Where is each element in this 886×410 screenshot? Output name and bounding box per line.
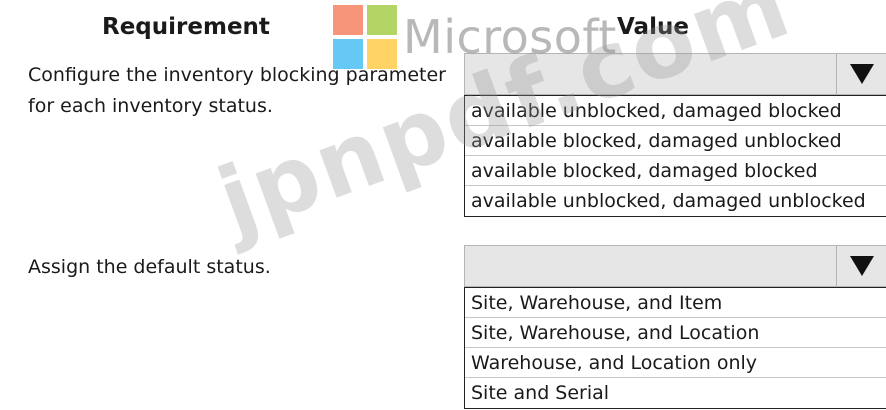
dropdown-1-option[interactable]: available unblocked, damaged unblocked xyxy=(465,186,886,216)
microsoft-logo-text: Microsoft xyxy=(403,10,617,64)
dropdown-2-options: Site, Warehouse, and Item Site, Warehous… xyxy=(464,287,886,409)
microsoft-logo-icon xyxy=(333,5,397,69)
requirement-2-line-1: Assign the default status. xyxy=(28,256,271,278)
logo-square-green xyxy=(367,5,397,35)
dropdown-1-option[interactable]: available unblocked, damaged blocked xyxy=(465,96,886,126)
requirement-1-line-2: for each inventory status. xyxy=(28,95,273,117)
dropdown-2-select[interactable] xyxy=(464,245,886,287)
logo-square-blue xyxy=(333,39,363,69)
dropdown-2-option[interactable]: Site, Warehouse, and Location xyxy=(465,318,886,348)
dropdown-1-arrow-button[interactable] xyxy=(836,54,886,94)
dropdown-1: available unblocked, damaged blocked ava… xyxy=(464,53,886,217)
dropdown-2-arrow-button[interactable] xyxy=(836,246,886,286)
value-header: Value xyxy=(617,14,689,40)
dropdown-1-options: available unblocked, damaged blocked ava… xyxy=(464,95,886,217)
logo-square-yellow xyxy=(367,39,397,69)
dropdown-2-option[interactable]: Warehouse, and Location only xyxy=(465,348,886,378)
dropdown-2-option[interactable]: Site, Warehouse, and Item xyxy=(465,288,886,318)
requirement-header: Requirement xyxy=(102,14,270,40)
dropdown-2: Site, Warehouse, and Item Site, Warehous… xyxy=(464,245,886,409)
requirement-2: Assign the default status. xyxy=(28,252,271,283)
requirement-1: Configure the inventory blocking paramet… xyxy=(28,60,446,122)
dropdown-1-option[interactable]: available blocked, damaged blocked xyxy=(465,156,886,186)
dropdown-1-option[interactable]: available blocked, damaged unblocked xyxy=(465,126,886,156)
triangle-down-icon xyxy=(849,256,874,276)
dropdown-2-option[interactable]: Site and Serial xyxy=(465,378,886,408)
logo-square-red xyxy=(333,5,363,35)
triangle-down-icon xyxy=(849,64,874,84)
microsoft-logo-watermark: Microsoft xyxy=(333,5,617,69)
